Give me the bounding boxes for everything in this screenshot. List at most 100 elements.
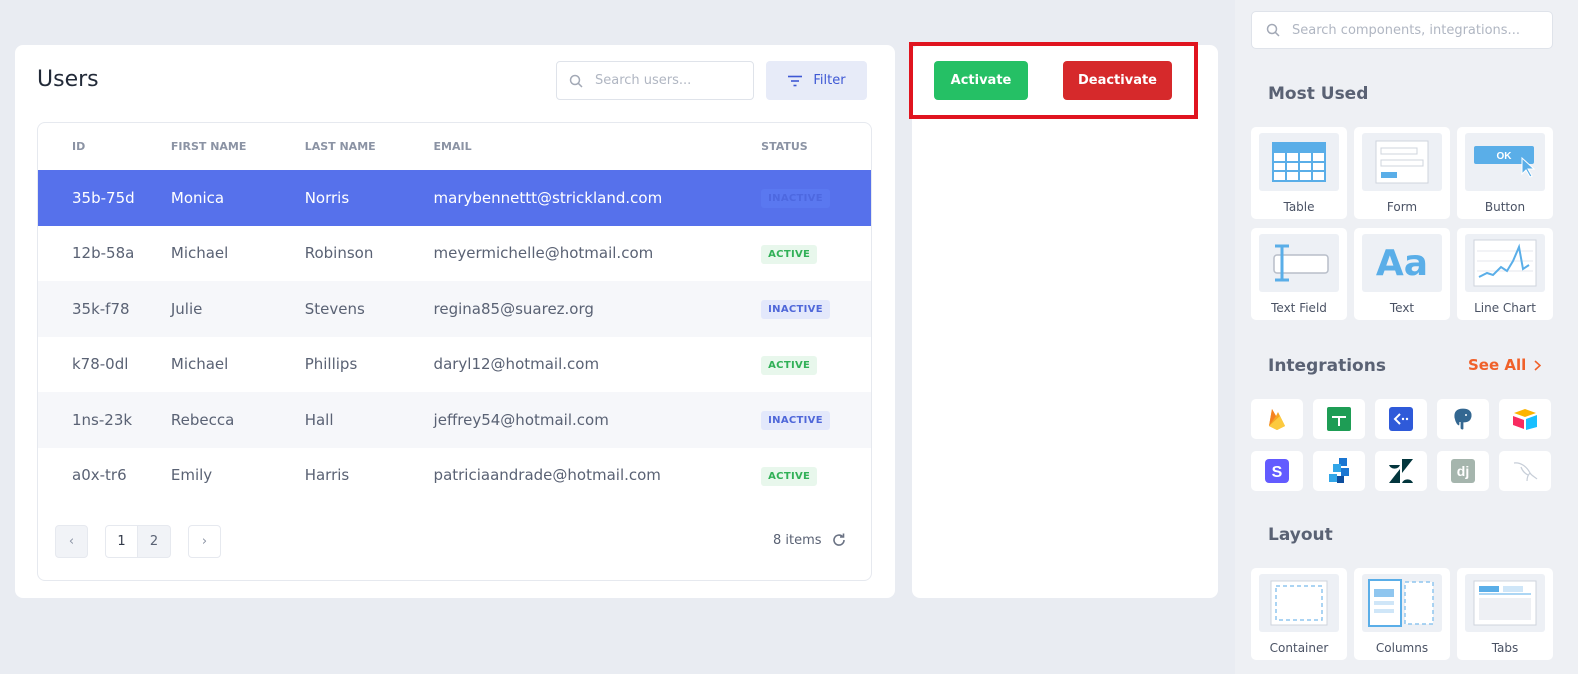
airtable-icon — [1513, 409, 1537, 430]
button-icon: OK — [1474, 146, 1536, 178]
component-text[interactable]: Aa Text — [1354, 228, 1450, 320]
users-search-input[interactable] — [595, 73, 735, 88]
table-row[interactable]: k78-0dl Michael Phillips daryl12@hotmail… — [38, 337, 871, 393]
mysql-icon — [1513, 462, 1538, 482]
postgresql-icon — [1453, 407, 1473, 431]
status-badge: INACTIVE — [761, 300, 830, 320]
component-tabs[interactable]: Tabs — [1457, 568, 1553, 660]
prev-page-button[interactable]: ‹ — [55, 525, 88, 558]
component-label: Button — [1484, 200, 1526, 214]
tabs-icon — [1473, 580, 1537, 626]
component-label: Container — [1269, 641, 1329, 655]
cell-first-name: Monica — [170, 188, 225, 207]
table-row[interactable]: 35k-f78 Julie Stevens regina85@suarez.or… — [38, 281, 871, 337]
table-row[interactable]: 1ns-23k Rebecca Hall jeffrey54@hotmail.c… — [38, 392, 871, 448]
items-count: 8 items — [773, 533, 822, 548]
component-line-chart[interactable]: Line Chart — [1457, 228, 1553, 320]
cell-last-name: Hall — [304, 410, 334, 429]
component-table[interactable]: Table — [1251, 127, 1347, 219]
component-form[interactable]: Form — [1354, 127, 1450, 219]
cell-last-name: Norris — [304, 188, 350, 207]
filter-label: Filter — [813, 73, 846, 88]
column-header-first-name[interactable]: FIRST NAME — [171, 140, 305, 153]
cell-id: 35b-75d — [72, 188, 135, 207]
cell-last-name: Robinson — [304, 244, 374, 263]
users-table: ID FIRST NAME LAST NAME EMAIL STATUS 35b… — [37, 122, 872, 581]
columns-icon — [1368, 579, 1434, 627]
cell-last-name: Phillips — [304, 355, 358, 374]
integration-stripe[interactable]: S — [1251, 451, 1303, 491]
users-card: Users Filter ID FIRST NAME LAST NAME EMA… — [15, 45, 895, 598]
deactivate-button[interactable]: Deactivate — [1063, 61, 1172, 100]
see-all-link[interactable]: See All — [1468, 356, 1542, 374]
rest-api-icon — [1389, 407, 1413, 431]
component-label: Text — [1389, 301, 1415, 315]
column-header-email[interactable]: EMAIL — [434, 140, 762, 153]
see-all-label: See All — [1468, 356, 1527, 374]
cell-first-name: Michael — [170, 244, 229, 263]
actions-card — [912, 45, 1218, 598]
refresh-icon[interactable] — [831, 532, 847, 548]
filter-icon — [788, 75, 803, 86]
stripe-icon: S — [1265, 459, 1289, 483]
cell-first-name: Michael — [170, 355, 229, 374]
integration-rest-api[interactable] — [1375, 399, 1427, 439]
component-text-field[interactable]: Text Field — [1251, 228, 1347, 320]
component-container[interactable]: Container — [1251, 568, 1347, 660]
integration-mysql[interactable] — [1499, 451, 1551, 491]
filter-button[interactable]: Filter — [766, 61, 867, 100]
cell-first-name: Rebecca — [170, 410, 235, 429]
firebase-icon — [1269, 409, 1285, 430]
component-columns[interactable]: Columns — [1354, 568, 1450, 660]
page-1-button[interactable]: 1 — [105, 525, 138, 558]
status-badge: INACTIVE — [761, 189, 830, 209]
cell-first-name: Emily — [170, 466, 213, 485]
cell-email: daryl12@hotmail.com — [433, 355, 600, 374]
table-row[interactable]: 12b-58a Michael Robinson meyermichelle@h… — [38, 226, 871, 282]
most-used-title: Most Used — [1268, 84, 1369, 104]
column-header-last-name[interactable]: LAST NAME — [305, 140, 434, 153]
components-search-box[interactable] — [1251, 11, 1553, 49]
components-search-input[interactable] — [1292, 22, 1542, 38]
integration-zendesk[interactable] — [1375, 451, 1427, 491]
page-2-button[interactable]: 2 — [138, 525, 171, 558]
integrations-title: Integrations — [1268, 356, 1386, 376]
n8n-icon — [1329, 458, 1349, 483]
column-header-id[interactable]: ID — [38, 140, 171, 153]
integration-n8n[interactable] — [1313, 451, 1365, 491]
component-label: Columns — [1375, 641, 1429, 655]
zendesk-icon — [1389, 459, 1413, 483]
integration-postgresql[interactable] — [1437, 399, 1489, 439]
button-preview-text: OK — [1497, 151, 1513, 162]
status-badge: ACTIVE — [761, 466, 818, 486]
column-header-status[interactable]: STATUS — [761, 140, 871, 153]
next-page-button[interactable]: › — [188, 525, 221, 558]
integration-firebase[interactable] — [1251, 399, 1303, 439]
status-badge: ACTIVE — [761, 355, 818, 375]
search-icon — [1266, 23, 1280, 37]
integration-google-sheets[interactable] — [1313, 399, 1365, 439]
integration-django[interactable]: dj — [1437, 451, 1489, 491]
table-row[interactable]: 35b-75d Monica Norris marybennettt@stric… — [38, 170, 871, 226]
container-icon — [1270, 580, 1328, 626]
component-label: Table — [1283, 200, 1315, 214]
users-title: Users — [37, 67, 99, 92]
cell-last-name: Harris — [304, 466, 350, 485]
search-icon — [569, 74, 583, 88]
status-badge: ACTIVE — [761, 244, 818, 264]
pagination: ‹ 1 2 › — [55, 525, 221, 558]
users-search-box[interactable] — [556, 61, 754, 100]
django-icon: dj — [1451, 459, 1475, 483]
table-header: ID FIRST NAME LAST NAME EMAIL STATUS — [38, 123, 871, 170]
stripe-letter: S — [1272, 464, 1283, 481]
cell-email: jeffrey54@hotmail.com — [433, 410, 609, 429]
integration-airtable[interactable] — [1499, 399, 1551, 439]
layout-title: Layout — [1268, 525, 1333, 545]
cell-id: 12b-58a — [72, 244, 135, 263]
chevron-right-icon — [1534, 359, 1542, 371]
table-row[interactable]: a0x-tr6 Emily Harris patriciaandrade@hot… — [38, 448, 871, 504]
component-button[interactable]: OK Button — [1457, 127, 1553, 219]
line-chart-icon — [1473, 239, 1537, 287]
cell-id: 35k-f78 — [72, 299, 130, 318]
activate-button[interactable]: Activate — [934, 61, 1028, 100]
